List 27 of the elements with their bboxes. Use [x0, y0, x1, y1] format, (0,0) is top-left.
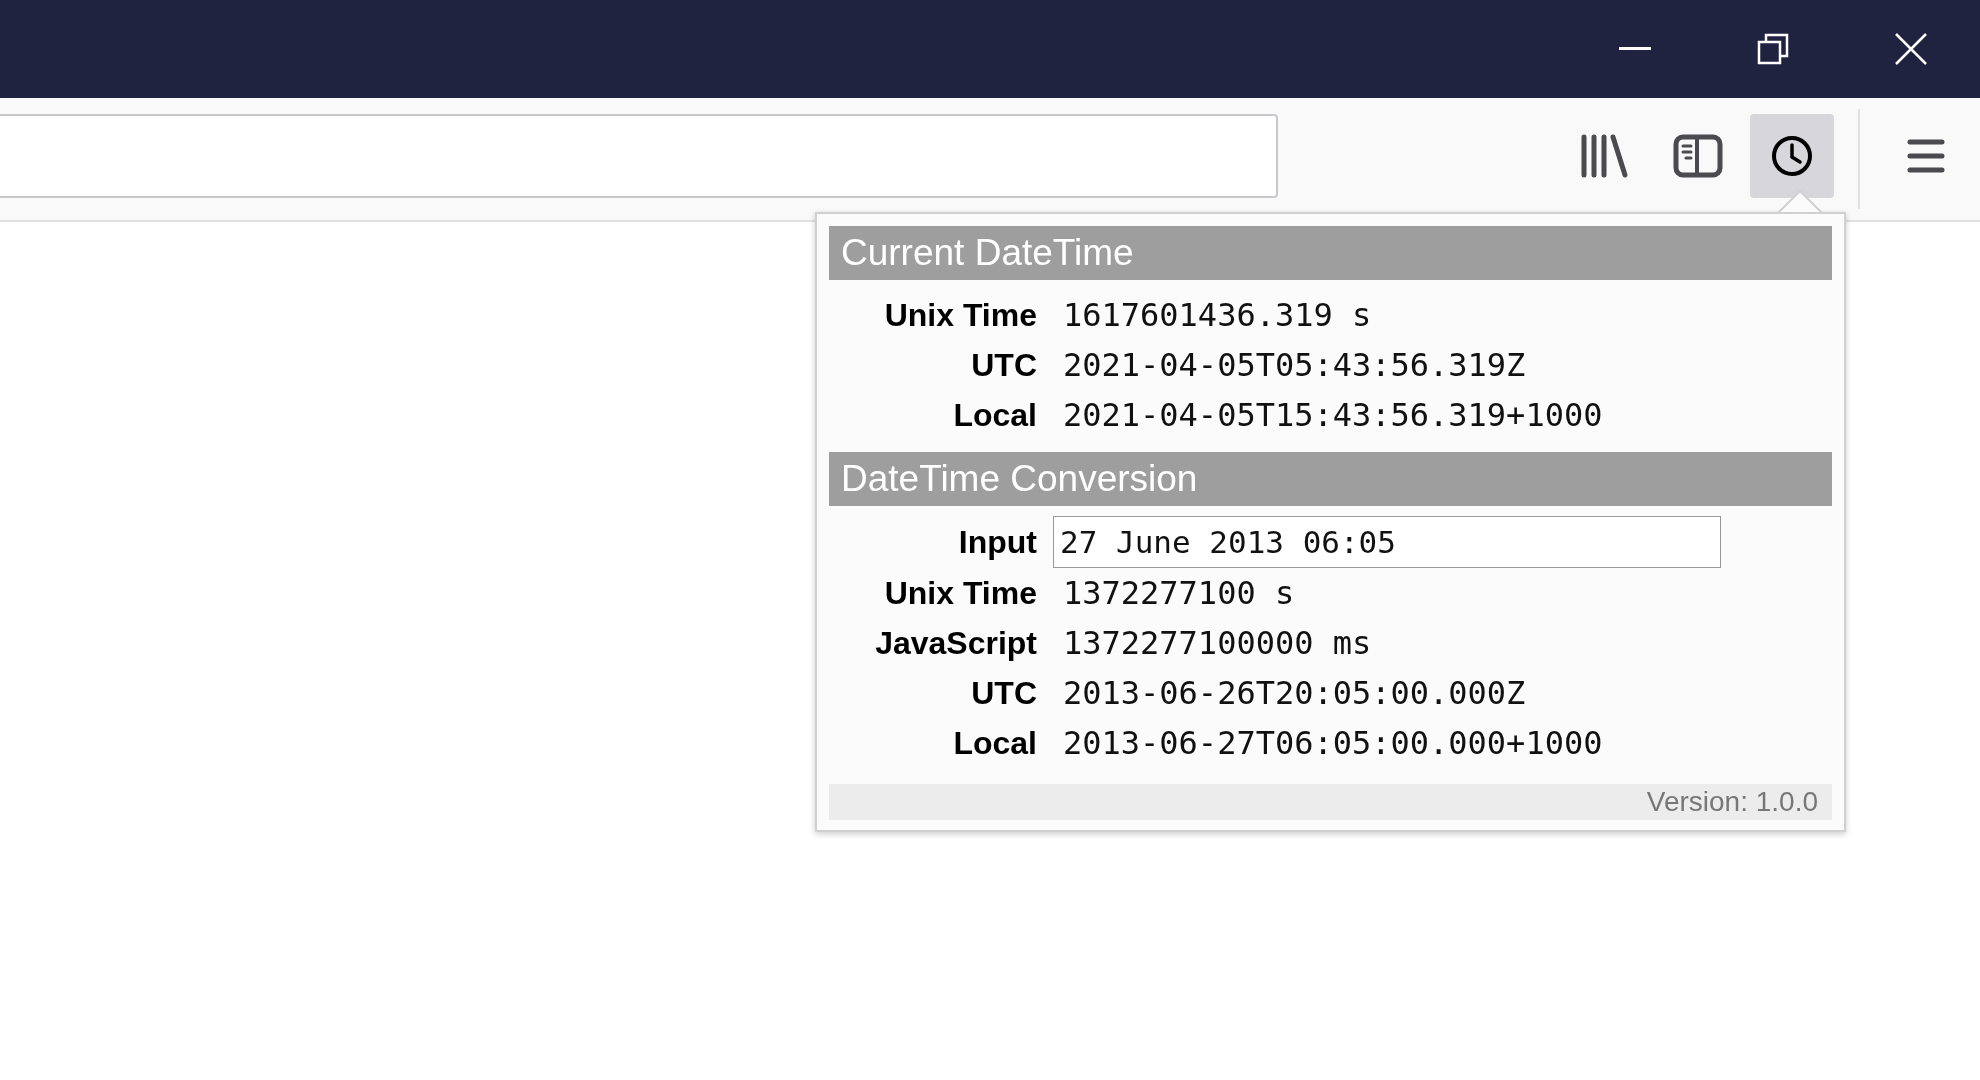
version-text: Version: 1.0.0 — [1646, 786, 1818, 817]
sidebar-icon — [1673, 134, 1723, 178]
field-value: 1617601436.319 s — [1063, 296, 1372, 334]
section-header: DateTime Conversion — [829, 452, 1832, 506]
field-value: 1372277100 s — [1063, 574, 1295, 612]
close-icon — [1895, 33, 1927, 65]
field-value: 2021-04-05T05:43:56.319Z — [1063, 346, 1526, 384]
field-label: Local — [952, 724, 1037, 763]
field-label: Input — [957, 523, 1037, 562]
field-value: 1372277100000 ms — [1063, 624, 1372, 662]
field-label: Local — [952, 396, 1037, 435]
library-icon — [1580, 134, 1628, 178]
field-label: UTC — [970, 346, 1037, 385]
field-value: 2013-06-26T20:05:00.000Z — [1063, 674, 1526, 712]
toolbar-button[interactable] — [1750, 114, 1834, 198]
clock-icon — [1770, 134, 1814, 178]
field-label: Unix Time — [883, 574, 1037, 613]
menu-icon — [1907, 139, 1945, 173]
field-label: JavaScript — [874, 624, 1037, 663]
minimize-icon — [1619, 47, 1651, 51]
section-header: Current DateTime — [829, 226, 1832, 280]
field-value: 2013-06-27T06:05:00.000+1000 — [1063, 724, 1603, 762]
restore-icon — [1757, 33, 1789, 65]
field-label: Unix Time — [883, 296, 1037, 335]
input-field[interactable]: 27 June 2013 06:05 — [1053, 516, 1721, 568]
field-label: UTC — [970, 674, 1037, 713]
field-value: 2021-04-05T15:43:56.319+1000 — [1063, 396, 1603, 434]
